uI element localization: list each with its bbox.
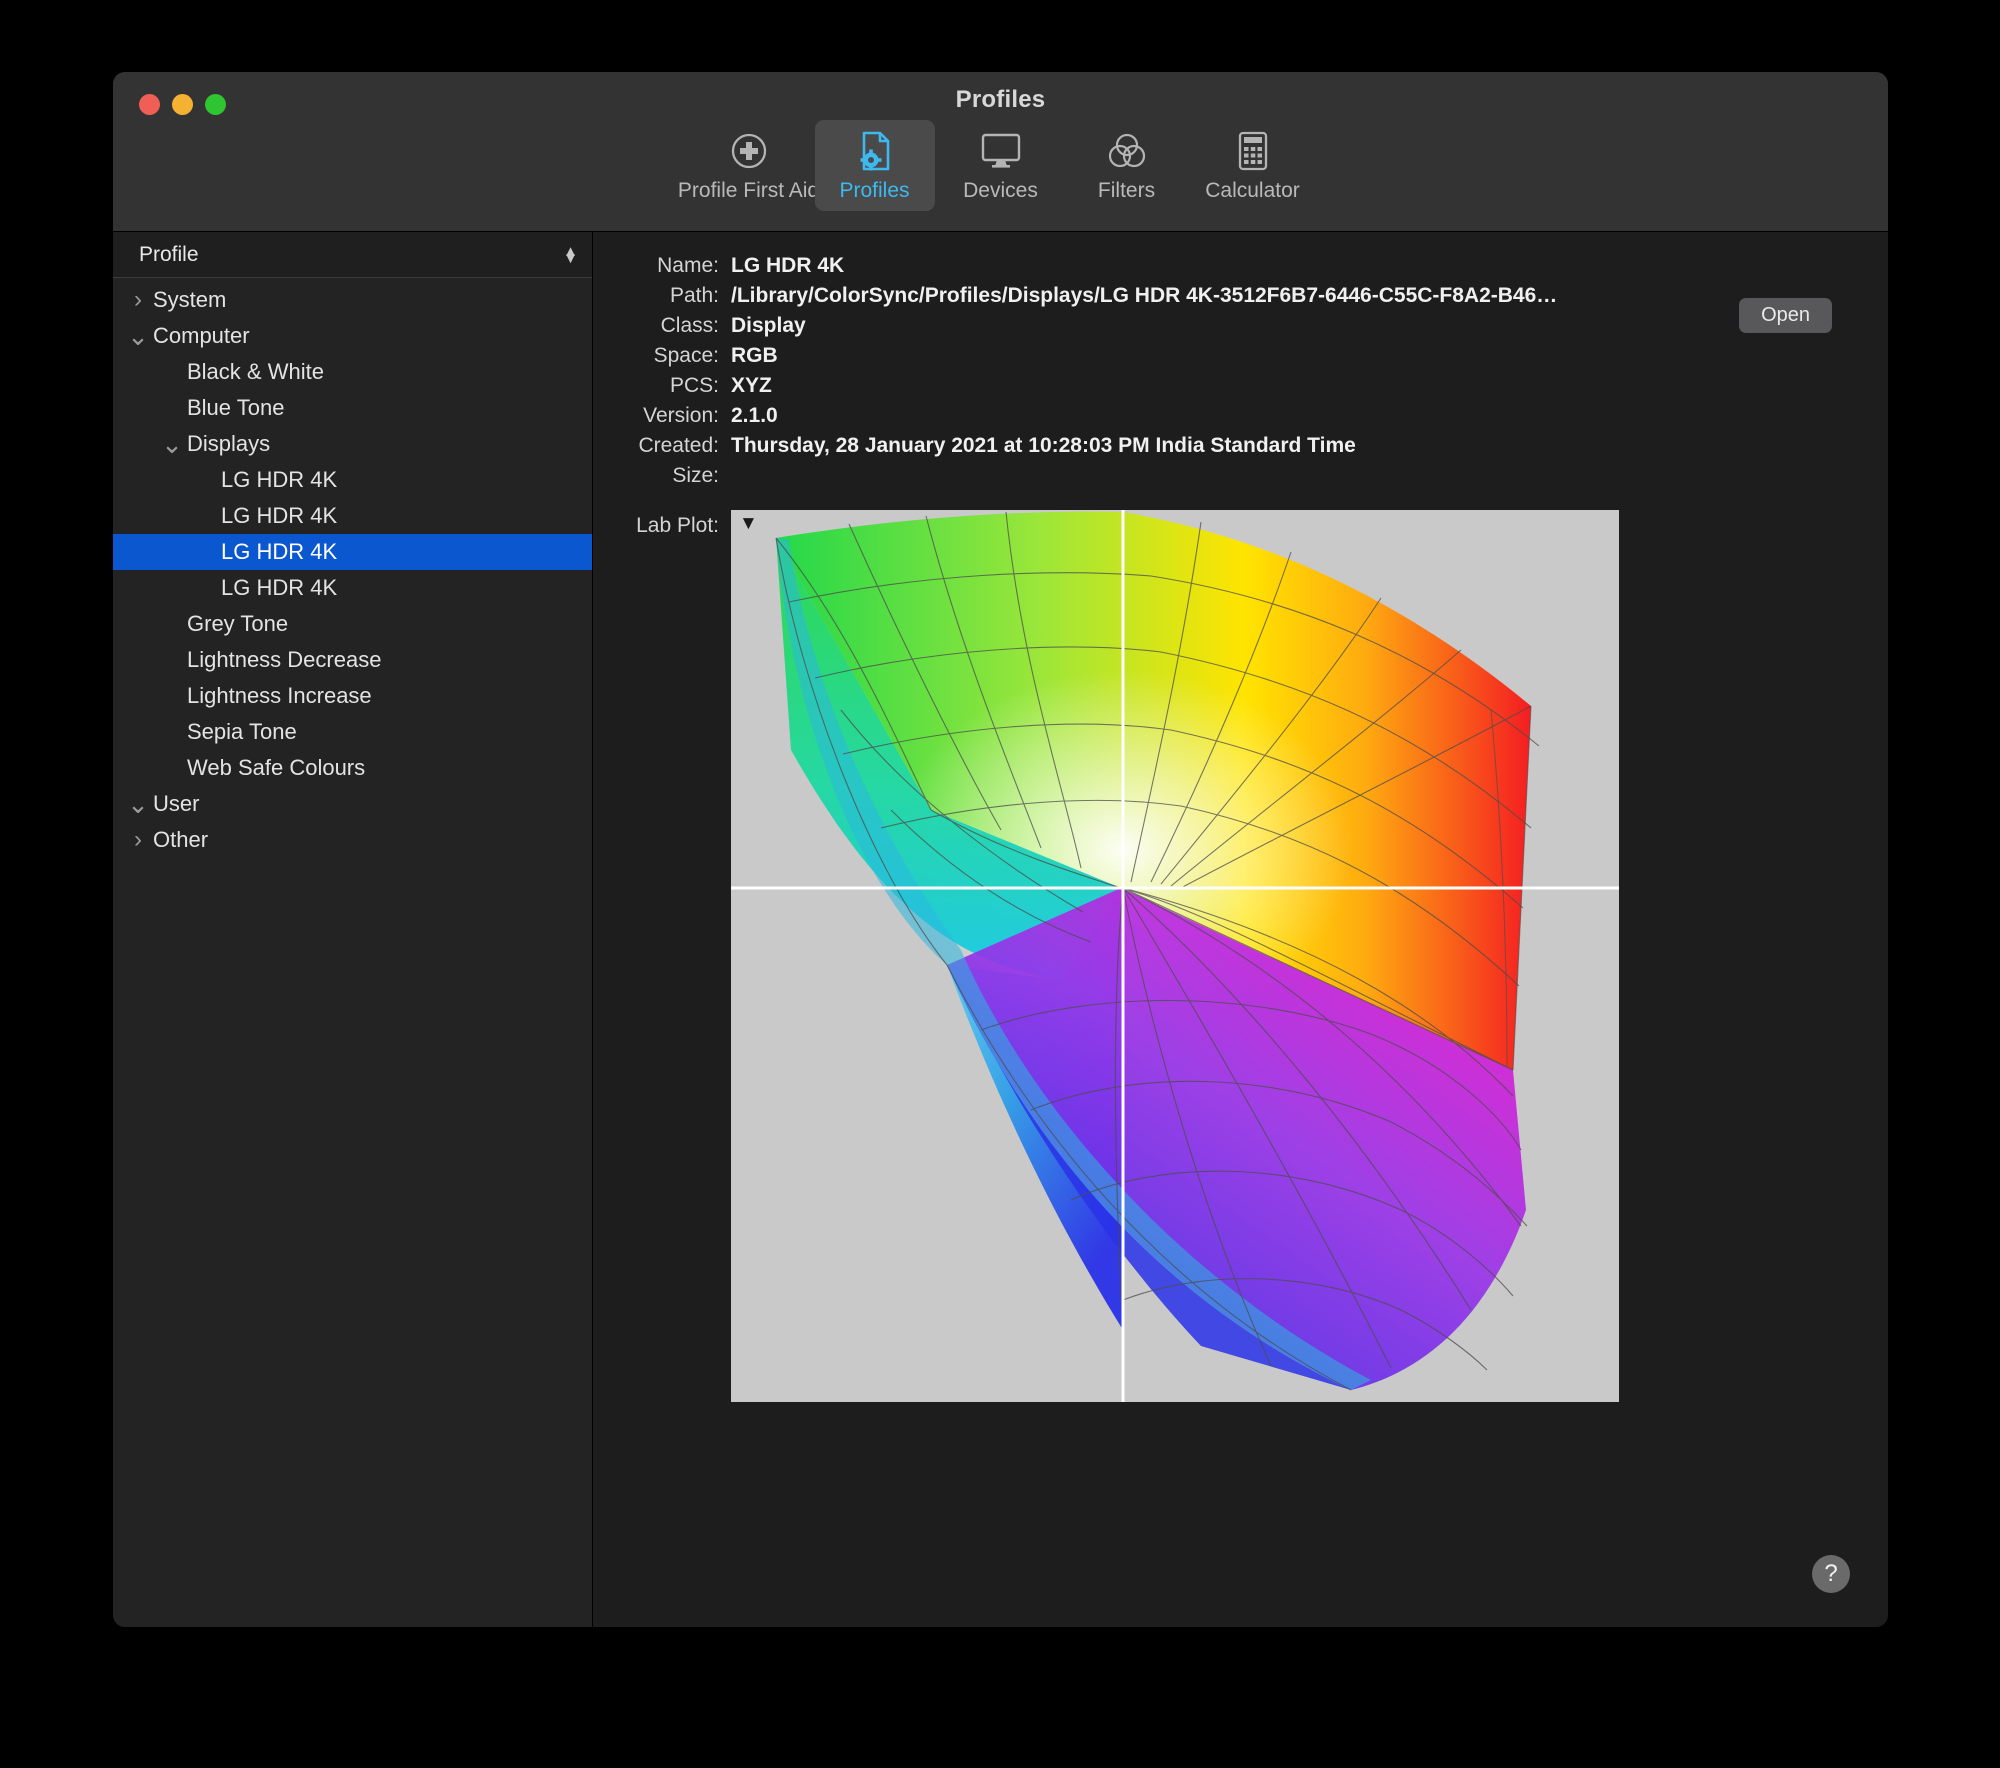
- sidebar-item-label: LG HDR 4K: [221, 467, 338, 492]
- lab-plot-disclosure-triangle[interactable]: ▼: [739, 514, 758, 533]
- sidebar-item-system[interactable]: › System: [113, 282, 592, 318]
- sidebar-item-lg-hdr-4k[interactable]: LG HDR 4K: [113, 570, 592, 606]
- sidebar-item-blue-tone[interactable]: Blue Tone: [113, 390, 592, 426]
- toolbar-label: Profiles: [839, 179, 910, 202]
- info-label: PCS:: [669, 374, 719, 397]
- info-label: Created:: [638, 434, 719, 457]
- help-button[interactable]: ?: [1812, 1555, 1850, 1593]
- sidebar-item-label: Blue Tone: [187, 395, 285, 420]
- info-row-path: Path: /Library/ColorSync/Profiles/Display…: [593, 284, 1888, 314]
- sidebar-item-computer[interactable]: ⌄ Computer: [113, 318, 592, 354]
- sidebar-item-other[interactable]: › Other: [113, 822, 592, 858]
- info-label: Path:: [669, 284, 719, 307]
- sidebar-item-black-white[interactable]: Black & White: [113, 354, 592, 390]
- document-gear-icon: [855, 130, 895, 172]
- info-value: RGB: [731, 344, 778, 367]
- lab-plot-section: Lab Plot: ▼: [593, 510, 1888, 1402]
- toolbar-label: Filters: [1097, 179, 1156, 202]
- info-row-class: Class: Display: [593, 314, 1888, 344]
- window-body: Profile ▲ ▼ › System ⌄ Computer Black & Whi…: [113, 232, 1888, 1627]
- toolbar-item-devices[interactable]: Devices: [941, 120, 1061, 211]
- sidebar-item-label: User: [153, 791, 200, 816]
- chevron-down-icon: ▼: [563, 249, 578, 267]
- sidebar-item-lg-hdr-4k[interactable]: LG HDR 4K: [113, 498, 592, 534]
- sidebar-item-label: Displays: [187, 431, 271, 456]
- chevron-down-icon[interactable]: ⌄: [127, 791, 149, 817]
- profile-detail-pane: Name: LG HDR 4K Path: /Library/ColorSync/Pr…: [593, 232, 1888, 1627]
- info-row-created: Created: Thursday, 28 January 2021 at 10:…: [593, 434, 1888, 464]
- venn-circles-icon: [1107, 130, 1147, 172]
- info-value: Thursday, 28 January 2021 at 10:28:03 PM…: [731, 434, 1356, 457]
- info-row-space: Space: RGB: [593, 344, 1888, 374]
- sidebar-item-label: Sepia Tone: [187, 719, 297, 744]
- sidebar-item-lg-hdr-4k[interactable]: LG HDR 4K: [113, 534, 592, 570]
- chevron-down-icon[interactable]: ⌄: [127, 323, 149, 349]
- sidebar-item-displays[interactable]: ⌄ Displays: [113, 426, 592, 462]
- sidebar-item-lg-hdr-4k[interactable]: LG HDR 4K: [113, 462, 592, 498]
- sidebar-item-label: Lightness Increase: [187, 683, 372, 708]
- info-value: LG HDR 4K: [731, 254, 845, 277]
- toolbar-item-profiles[interactable]: Profiles: [814, 120, 935, 211]
- open-button[interactable]: Open: [1739, 298, 1832, 333]
- info-label: Space:: [653, 344, 719, 367]
- toolbar-label: Devices: [963, 179, 1038, 202]
- info-label: Name:: [657, 254, 719, 277]
- chevron-right-icon[interactable]: ›: [127, 826, 149, 854]
- window-title: Profiles: [955, 86, 1046, 113]
- sidebar-item-sepia-tone[interactable]: Sepia Tone: [113, 714, 592, 750]
- sidebar-item-label: LG HDR 4K: [221, 539, 338, 564]
- sidebar-column-header[interactable]: Profile ▲ ▼: [113, 232, 592, 278]
- sidebar-item-web-safe-colours[interactable]: Web Safe Colours: [113, 750, 592, 786]
- info-value: Display: [731, 314, 806, 337]
- sidebar-header-label: Profile: [139, 242, 199, 266]
- info-row-name: Name: LG HDR 4K: [593, 254, 1888, 284]
- sidebar-item-label: Computer: [153, 323, 250, 348]
- toolbar-item-filters[interactable]: Filters: [1067, 120, 1187, 211]
- window-titlebar: Profiles Profile First Aid Profiles Devi…: [113, 72, 1888, 232]
- info-label: Class:: [660, 314, 719, 337]
- info-row-size: Size:: [593, 464, 1888, 494]
- profile-sidebar: Profile ▲ ▼ › System ⌄ Computer Black & Whi…: [113, 232, 593, 1627]
- sidebar-item-label: LG HDR 4K: [221, 575, 338, 600]
- sidebar-item-label: Web Safe Colours: [187, 755, 366, 780]
- lab-plot-canvas[interactable]: ▼: [731, 510, 1619, 1402]
- sidebar-item-lightness-increase[interactable]: Lightness Increase: [113, 678, 592, 714]
- sidebar-item-label: Other: [153, 827, 209, 852]
- calculator-icon: [1236, 130, 1270, 172]
- profile-tree: › System ⌄ Computer Black & White Blue Tone…: [113, 278, 592, 1627]
- sidebar-item-grey-tone[interactable]: Grey Tone: [113, 606, 592, 642]
- info-value: /Library/ColorSync/Profiles/Displays/LG …: [731, 284, 1558, 307]
- sidebar-item-user[interactable]: ⌄ User: [113, 786, 592, 822]
- chevron-right-icon[interactable]: ›: [127, 286, 149, 314]
- info-row-pcs: PCS: XYZ: [593, 374, 1888, 404]
- info-value: XYZ: [731, 374, 772, 397]
- toolbar-item-calculator[interactable]: Calculator: [1193, 120, 1313, 211]
- sidebar-item-label: LG HDR 4K: [221, 503, 338, 528]
- sidebar-item-label: System: [153, 287, 227, 312]
- chevron-down-icon[interactable]: ⌄: [161, 431, 183, 457]
- sidebar-item-label: Lightness Decrease: [187, 647, 382, 672]
- sidebar-item-label: Black & White: [187, 359, 324, 384]
- monitor-icon: [979, 130, 1023, 172]
- profile-info-list: Name: LG HDR 4K Path: /Library/ColorSync/Pr…: [593, 254, 1888, 494]
- toolbar-label: Profile First Aid: [677, 179, 820, 202]
- sidebar-item-lightness-decrease[interactable]: Lightness Decrease: [113, 642, 592, 678]
- toolbar-item-profile-first-aid[interactable]: Profile First Aid: [678, 120, 819, 211]
- lab-plot-label: Lab Plot:: [636, 514, 719, 537]
- info-row-version: Version: 2.1.0: [593, 404, 1888, 434]
- sort-stepper-icon[interactable]: ▲ ▼: [563, 244, 578, 267]
- info-label: Size:: [672, 464, 719, 487]
- profiles-window: Profiles Profile First Aid Profiles Devi…: [113, 72, 1888, 1627]
- sidebar-item-label: Grey Tone: [187, 611, 289, 636]
- toolbar-label: Calculator: [1205, 179, 1300, 202]
- gamut-solid-plot: [731, 510, 1619, 1402]
- plus-circle-icon: [729, 130, 769, 172]
- main-toolbar: Profile First Aid Profiles Devices Filte…: [113, 120, 1888, 211]
- info-value: 2.1.0: [731, 404, 778, 427]
- info-label: Version:: [643, 404, 719, 427]
